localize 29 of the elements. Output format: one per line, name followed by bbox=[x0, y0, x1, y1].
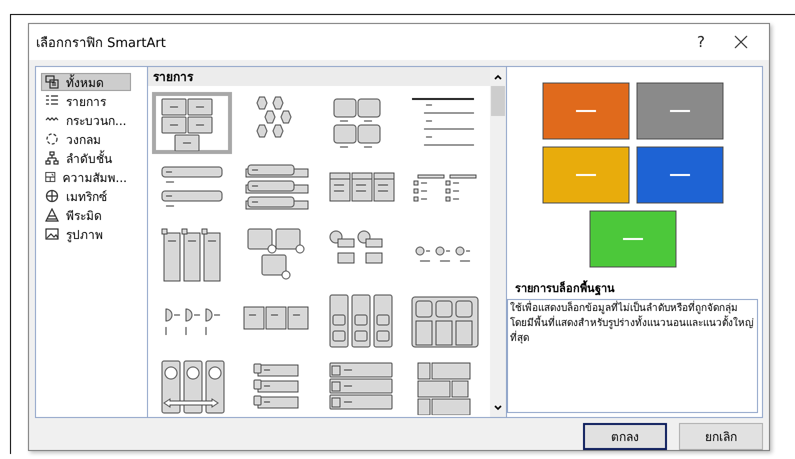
image-icon bbox=[45, 227, 59, 241]
scrollbar[interactable] bbox=[490, 67, 506, 417]
relationship-icon bbox=[45, 170, 56, 184]
category-item[interactable]: วงกลม bbox=[41, 130, 131, 148]
scroll-down-icon[interactable] bbox=[493, 403, 503, 413]
category-item[interactable]: ทั้งหมด bbox=[41, 73, 131, 91]
cancel-button[interactable]: ยกเลิก bbox=[679, 423, 763, 450]
layout-icon bbox=[45, 75, 59, 89]
ok-button[interactable]: ตกลง bbox=[583, 423, 667, 450]
matrix-icon bbox=[45, 189, 59, 203]
category-item[interactable]: ความสัมพ... bbox=[41, 168, 131, 186]
scroll-up-icon[interactable] bbox=[493, 72, 503, 82]
cycle-icon bbox=[45, 132, 59, 146]
category-item[interactable]: รายการ bbox=[41, 92, 131, 110]
category-item[interactable]: เมทริกซ์ bbox=[41, 187, 131, 205]
category-item[interactable]: พีระมิด bbox=[41, 206, 131, 224]
close-icon bbox=[734, 35, 748, 49]
gallery-heading: รายการ bbox=[148, 67, 490, 86]
pyramid-icon bbox=[45, 208, 59, 222]
scroll-thumb[interactable] bbox=[491, 86, 505, 116]
category-item[interactable]: ลำดับชั้น bbox=[41, 149, 131, 167]
category-item[interactable]: รูปภาพ bbox=[41, 225, 131, 243]
category-item[interactable]: กระบวนก... bbox=[41, 111, 131, 129]
help-button[interactable]: ? bbox=[681, 27, 721, 57]
layout-thumbnail[interactable] bbox=[152, 92, 232, 154]
window-title: เลือกกราฟิก SmartArt bbox=[36, 34, 167, 52]
layout-description: ใช้เพื่อแสดงบล็อกข้อมูลที่ไม่เป็นลำดับหรือที่ถูกจัดกลุ่ม โดยมีพื้นที่แสดงสำหรับรูปร่างทั้งแนวนอนและแนวตั้งใหญ่ที่สุด bbox=[507, 299, 758, 413]
hierarchy-icon bbox=[45, 151, 59, 165]
layout-title: รายการบล็อกพื้นฐาน bbox=[515, 279, 616, 297]
